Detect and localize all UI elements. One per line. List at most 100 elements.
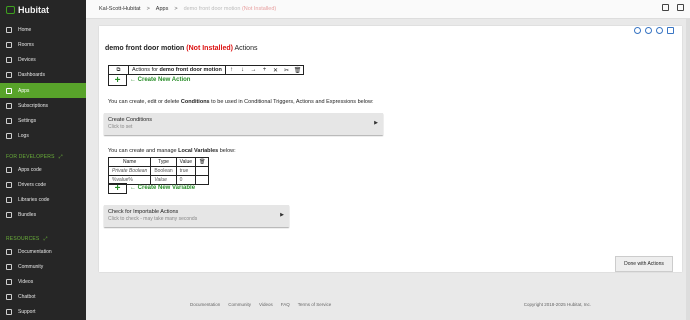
gear-icon[interactable] — [667, 27, 674, 34]
sidebar-item-rooms[interactable]: Rooms — [0, 37, 86, 52]
section-label: RESOURCES — [6, 236, 40, 242]
sidebar-item-devices[interactable]: Devices — [0, 52, 86, 67]
variable-value: 0 — [175, 175, 197, 185]
add-variable-icon[interactable]: + — [108, 183, 127, 194]
check-importable-actions-button[interactable]: Check for Importable Actions Click to ch… — [104, 205, 289, 227]
variable-name[interactable]: Private Boolean — [107, 166, 152, 176]
apps-icon — [6, 87, 12, 94]
variable-type: Value — [150, 175, 177, 185]
sidebar-item-subscriptions[interactable]: Subscriptions — [0, 98, 86, 113]
column-header: Value — [175, 157, 197, 167]
sidebar: Hubitat Home Rooms Devices Dashboards Ap… — [0, 0, 86, 320]
sidebar-item-bundles[interactable]: Bundles — [0, 207, 86, 222]
text: to be used in Conditional Triggers, Acti… — [211, 99, 374, 105]
variable-type: Boolean — [150, 166, 177, 176]
move-up-icon[interactable]: ↑ — [226, 66, 237, 74]
sidebar-item-label: Bundles — [18, 211, 37, 218]
create-new-action-link[interactable]: ← Create New Action — [130, 77, 190, 83]
sidebar-item-documentation[interactable]: Documentation — [0, 244, 86, 259]
card-toolbar — [634, 27, 674, 34]
chevron-right-icon: ▶ — [374, 120, 378, 126]
sidebar-item-logs[interactable]: Logs — [0, 128, 86, 143]
actions-for-name: demo front door motion — [159, 67, 222, 73]
drivers-code-icon — [6, 181, 12, 188]
sidebar-item-libraries-code[interactable]: Libraries code — [0, 192, 86, 207]
actions-for-label: Actions for — [132, 67, 158, 73]
support-icon — [6, 308, 12, 315]
sidebar-item-label: Chatbot — [18, 293, 36, 300]
chatbot-icon — [6, 293, 12, 300]
bundles-icon — [6, 211, 12, 218]
hubitat-logo-icon — [6, 6, 15, 14]
refresh-icon[interactable] — [645, 27, 652, 34]
title-suffix: Actions — [234, 45, 258, 52]
help-icon[interactable] — [656, 27, 663, 34]
sidebar-item-apps-code[interactable]: Apps code — [0, 162, 86, 177]
sidebar-item-label: Logs — [18, 132, 29, 139]
top-bar: Kal-Scott-Hubitat > Apps > demo front do… — [86, 0, 690, 19]
breadcrumb-hub[interactable]: Kal-Scott-Hubitat — [99, 6, 141, 12]
top-icons — [662, 4, 684, 11]
footer-link-videos[interactable]: Videos — [259, 302, 273, 307]
breadcrumb-separator: > — [146, 6, 150, 12]
move-down-icon[interactable]: ↓ — [237, 66, 248, 74]
sidebar-item-drivers-code[interactable]: Drivers code — [0, 177, 86, 192]
text: below: — [219, 148, 236, 154]
table-header: Name Type Value 🗑 — [107, 157, 210, 167]
sidebar-item-label: Videos — [18, 278, 34, 285]
breadcrumb-current-name: demo front door motion — [183, 6, 241, 12]
sidebar-item-label: Libraries code — [18, 196, 50, 203]
empty-cell — [195, 175, 210, 185]
sidebar-item-label: Settings — [18, 117, 37, 124]
sidebar-item-settings[interactable]: Settings — [0, 113, 86, 128]
logout-icon[interactable] — [662, 4, 669, 11]
footer-link-documentation[interactable]: Documentation — [190, 302, 220, 307]
create-conditions-button[interactable]: Create Conditions Click to set ▶ — [104, 113, 383, 135]
done-with-actions-button[interactable]: Done with Actions — [615, 256, 673, 272]
dashboards-icon — [6, 71, 12, 78]
sidebar-item-label: Documentation — [18, 248, 52, 255]
close-icon[interactable]: ✕ — [270, 66, 281, 74]
sidebar-item-dashboards[interactable]: Dashboards — [0, 67, 86, 82]
breadcrumb-status: (Not Installed) — [241, 6, 277, 12]
sidebar-item-home[interactable]: Home — [0, 22, 86, 37]
trash-icon[interactable]: 🗑 — [195, 157, 210, 167]
logs-icon — [6, 132, 12, 139]
breadcrumb: Kal-Scott-Hubitat > Apps > demo front do… — [99, 6, 276, 12]
logo-text: Hubitat — [18, 5, 49, 15]
sidebar-item-label: Devices — [18, 56, 36, 63]
settings-icon — [6, 117, 12, 124]
create-new-variable-link[interactable]: ← Create New Variable — [130, 185, 195, 191]
add-action-icon[interactable]: + — [108, 75, 127, 86]
sidebar-item-community[interactable]: Community — [0, 259, 86, 274]
footer-link-faq[interactable]: FAQ — [281, 302, 290, 307]
scrollbar[interactable] — [686, 18, 690, 320]
sidebar-item-apps[interactable]: Apps — [0, 83, 86, 98]
add-icon[interactable]: + — [259, 66, 270, 74]
copy-icon[interactable]: ⧉ — [109, 66, 129, 74]
footer-links: Documentation Community Videos FAQ Terms… — [190, 302, 331, 307]
page-title: demo front door motion (Not Installed) A… — [105, 45, 257, 52]
sidebar-item-videos[interactable]: Videos — [0, 274, 86, 289]
table-row[interactable]: Private Boolean Boolean true — [107, 166, 210, 176]
hubitat-logo[interactable]: Hubitat — [6, 5, 49, 15]
cut-icon[interactable]: ✂ — [281, 66, 292, 74]
local-variables-table: Name Type Value 🗑 Private Boolean Boolea… — [107, 157, 210, 185]
actions-header: Actions for demo front door motion — [129, 67, 225, 73]
footer-link-community[interactable]: Community — [228, 302, 251, 307]
sidebar-item-chatbot[interactable]: Chatbot — [0, 289, 86, 304]
footer-link-terms[interactable]: Terms of Service — [298, 302, 332, 307]
indent-icon[interactable]: → — [248, 66, 259, 74]
info-icon[interactable] — [634, 27, 641, 34]
section-label: FOR DEVELOPERS — [6, 154, 55, 160]
resources-section-header[interactable]: RESOURCES ⤢ — [6, 236, 48, 242]
text: You can create, edit or delete — [108, 99, 180, 105]
developers-section-header[interactable]: FOR DEVELOPERS ⤢ — [6, 154, 63, 160]
menu-icon[interactable] — [677, 4, 684, 11]
breadcrumb-separator: > — [174, 6, 178, 12]
breadcrumb-apps[interactable]: Apps — [156, 6, 169, 12]
chevron-right-icon: ▶ — [280, 212, 284, 218]
sidebar-item-support[interactable]: Support — [0, 304, 86, 319]
trash-icon[interactable]: 🗑 — [292, 66, 303, 74]
documentation-icon — [6, 248, 12, 255]
